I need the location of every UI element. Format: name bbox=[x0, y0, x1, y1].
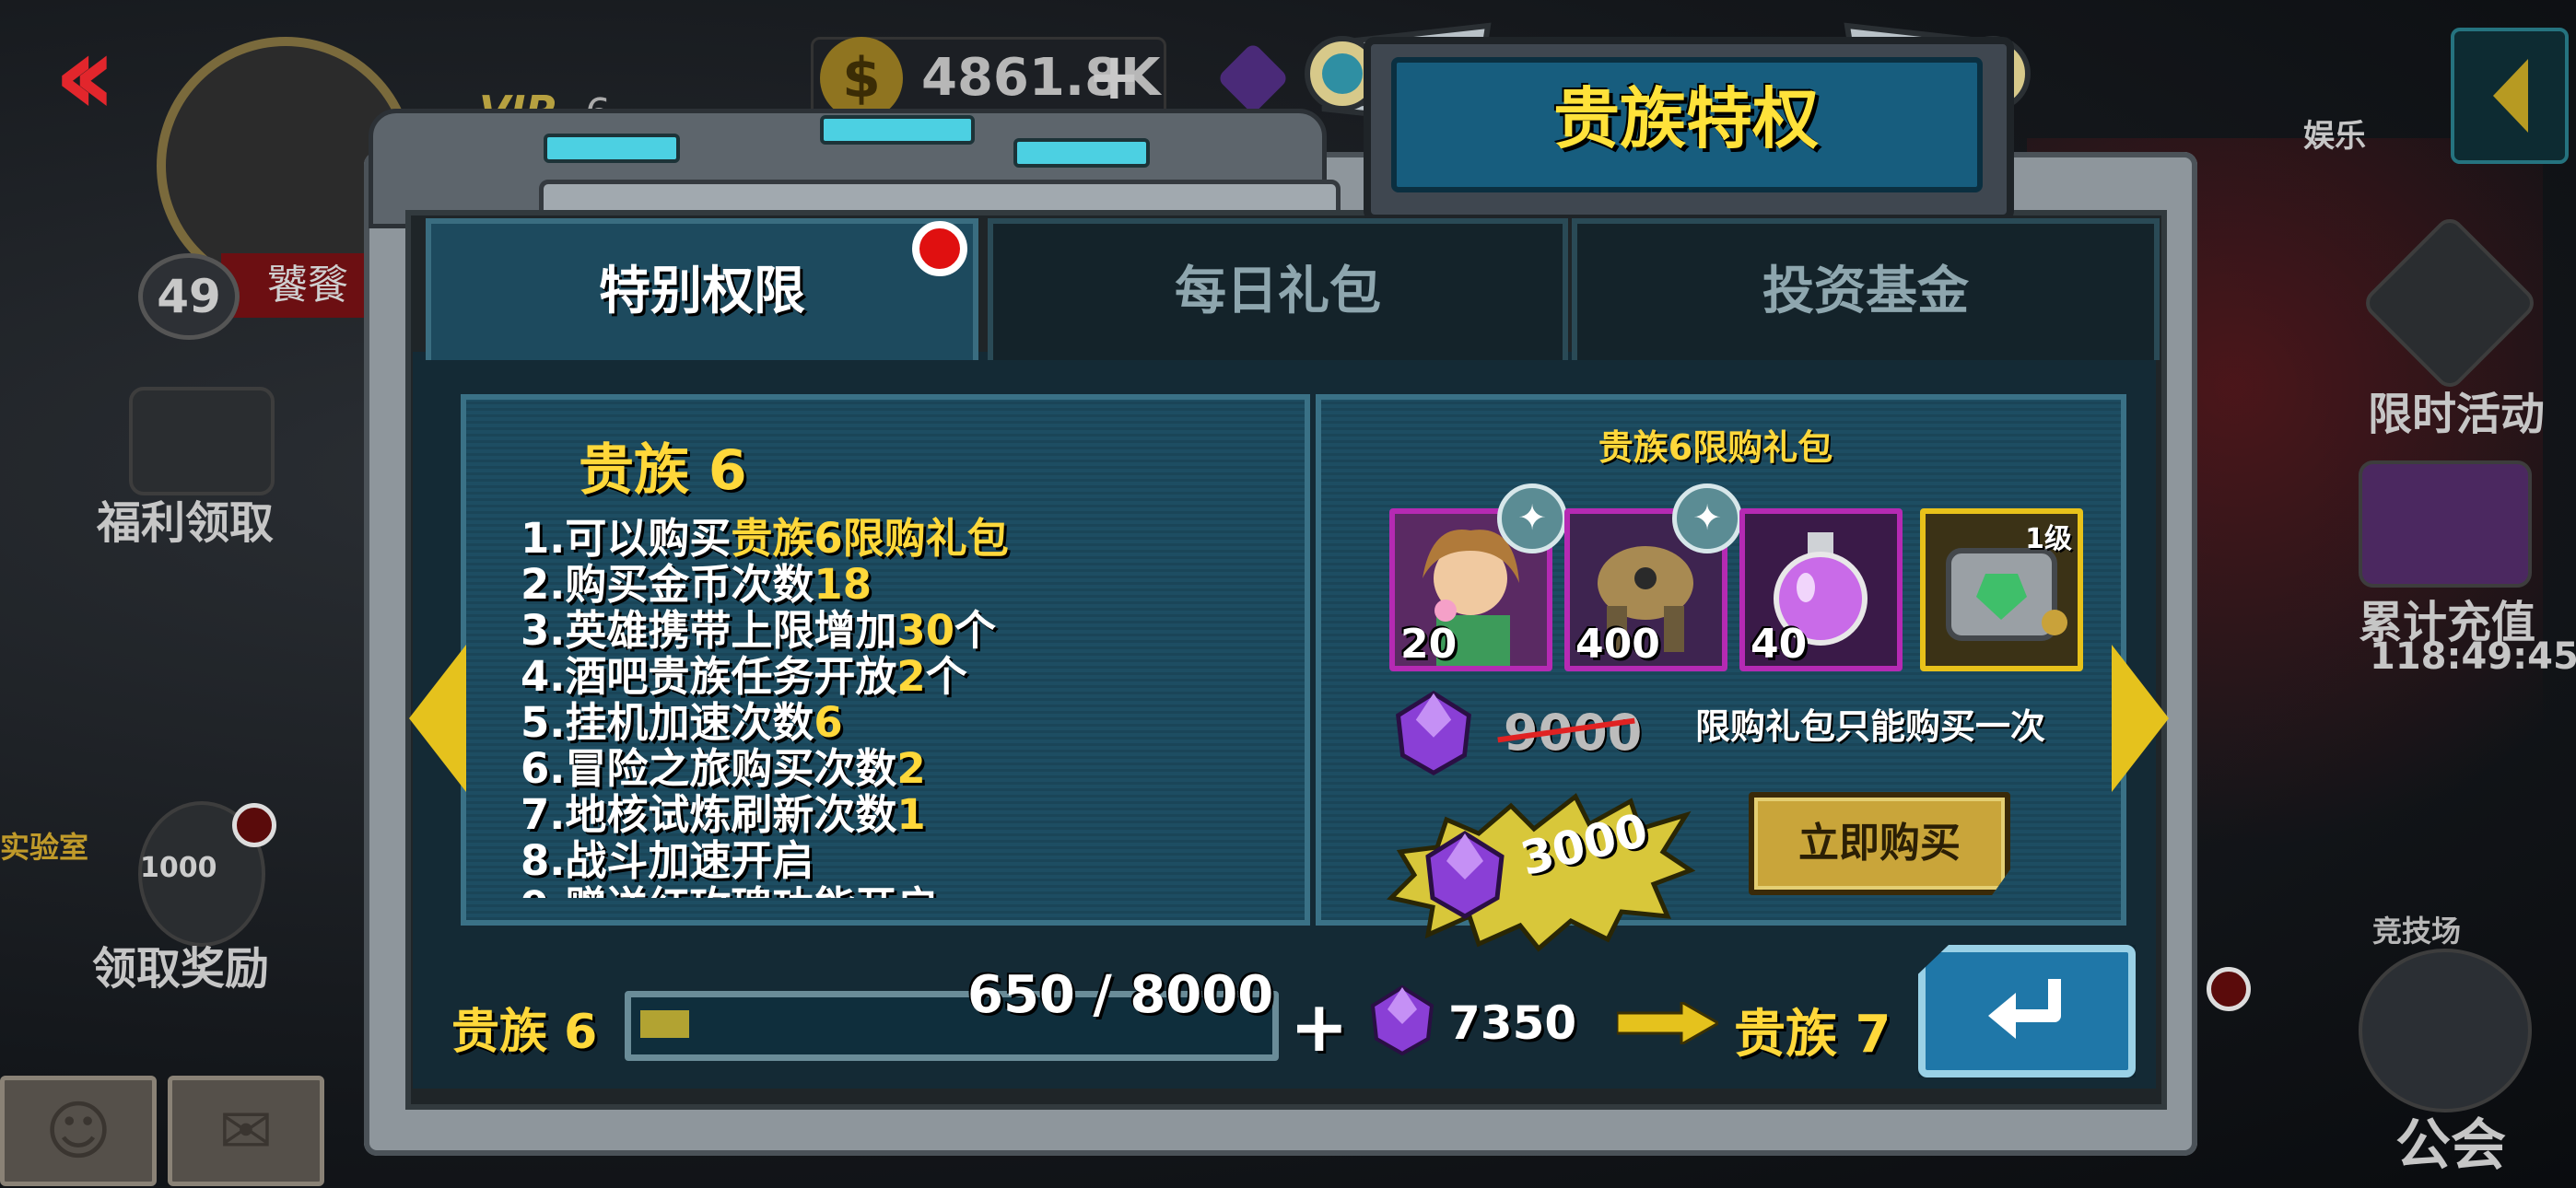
tab-notification-dot bbox=[912, 221, 967, 276]
entertainment-label[interactable]: 娱乐 bbox=[2303, 111, 2366, 156]
list-item: 5.挂机加速次数6 bbox=[521, 698, 843, 747]
item-count: 400 bbox=[1575, 621, 1660, 668]
arena-label[interactable]: 竞技场 bbox=[2372, 908, 2461, 950]
progress-text: 650 / 8000 bbox=[967, 965, 1274, 1025]
item-count: 20 bbox=[1400, 621, 1458, 668]
gift-pack-title: 贵族6限购礼包 bbox=[1598, 427, 1833, 468]
list-item: 1.可以购买贵族6限购礼包 bbox=[521, 516, 1009, 563]
reward-badge: 1000 bbox=[140, 852, 217, 884]
coin-icon: $ bbox=[820, 37, 903, 120]
collapse-arrow-button[interactable] bbox=[2451, 28, 2569, 164]
current-noble-level: 贵族 6 bbox=[451, 1005, 598, 1060]
tab-daily-gift[interactable]: 每日礼包 bbox=[988, 218, 1568, 360]
frame-light bbox=[1013, 138, 1150, 168]
list-item: 9.赠送红玫瑰功能开启 bbox=[521, 884, 1276, 899]
arena-notification-dot bbox=[2207, 967, 2251, 1011]
list-item: 4.酒吧贵族任务开放2个 bbox=[521, 652, 967, 701]
welfare-icon[interactable] bbox=[129, 387, 275, 495]
item-count: 40 bbox=[1751, 621, 1808, 668]
list-item: 3.英雄携带上限增加30个 bbox=[521, 606, 997, 655]
gem-icon bbox=[1396, 690, 1471, 775]
tab-investment-fund[interactable]: 投资基金 bbox=[1572, 218, 2160, 360]
arrow-right-icon bbox=[1617, 1002, 1718, 1044]
item-level: 1级 bbox=[2025, 523, 2072, 555]
gems-needed: 7350 bbox=[1448, 996, 1577, 1050]
item-gear-module[interactable]: 1级 bbox=[1920, 508, 2083, 671]
plus-sign: + bbox=[1290, 985, 1349, 1067]
noble-level-title: 贵族 6 bbox=[579, 438, 747, 503]
player-level-badge: 49 bbox=[138, 253, 240, 340]
puzzle-piece-icon: ✦ bbox=[1672, 483, 1742, 553]
guild-label[interactable]: 公会 bbox=[2395, 1101, 2506, 1181]
previous-level-arrow-icon[interactable] bbox=[409, 645, 466, 792]
list-item: 6.冒险之旅购买次数2 bbox=[521, 744, 926, 793]
gem-icon bbox=[1370, 984, 1434, 1056]
guild-icon[interactable] bbox=[2359, 949, 2532, 1112]
frame-light bbox=[820, 115, 975, 145]
puzzle-piece-icon: ✦ bbox=[1497, 483, 1567, 553]
dialog-title: 贵族特权 bbox=[1552, 80, 1819, 157]
buy-now-button[interactable]: 立即购买 bbox=[1749, 792, 2010, 895]
list-item: 8.战斗加速开启 bbox=[521, 836, 814, 885]
frame-light bbox=[544, 134, 680, 163]
list-item: 7.地核试炼刷新次数1 bbox=[521, 790, 926, 839]
privilege-list[interactable]: 1.可以购买贵族6限购礼包 2.购买金币次数18 3.英雄携带上限增加30个 4… bbox=[521, 516, 1276, 898]
back-chevron-icon[interactable]: ‹‹ bbox=[53, 21, 155, 132]
friends-icon[interactable]: ☺ bbox=[0, 1076, 157, 1186]
purchase-limit-note: 限购礼包只能购买一次 bbox=[1695, 706, 2046, 747]
welfare-label[interactable]: 福利领取 bbox=[97, 486, 274, 551]
add-coins-button[interactable]: + bbox=[1087, 39, 1142, 114]
return-arrow-icon bbox=[1988, 979, 2061, 1039]
recharge-icon[interactable] bbox=[2359, 460, 2532, 588]
list-item: 2.购买金币次数18 bbox=[521, 560, 872, 609]
gem-icon bbox=[1425, 831, 1505, 919]
item-potion[interactable]: 40 bbox=[1739, 508, 1903, 671]
recharge-timer: 118:49:45 bbox=[2370, 635, 2576, 678]
mail-icon[interactable]: ✉ bbox=[168, 1076, 324, 1186]
limited-event-label[interactable]: 限时活动 bbox=[2368, 378, 2545, 442]
return-button[interactable] bbox=[1918, 945, 2136, 1077]
next-noble-level: 贵族 7 bbox=[1734, 1005, 1891, 1065]
lab-label[interactable]: 实验室 bbox=[0, 824, 88, 867]
progress-fill bbox=[640, 1010, 689, 1038]
next-level-arrow-icon[interactable] bbox=[2112, 645, 2169, 792]
reward-notification-dot bbox=[232, 803, 276, 847]
arrow-left-icon bbox=[2493, 59, 2528, 133]
tab-special-privileges[interactable]: 特别权限 bbox=[426, 218, 978, 360]
claim-reward-label[interactable]: 领取奖励 bbox=[92, 932, 269, 996]
